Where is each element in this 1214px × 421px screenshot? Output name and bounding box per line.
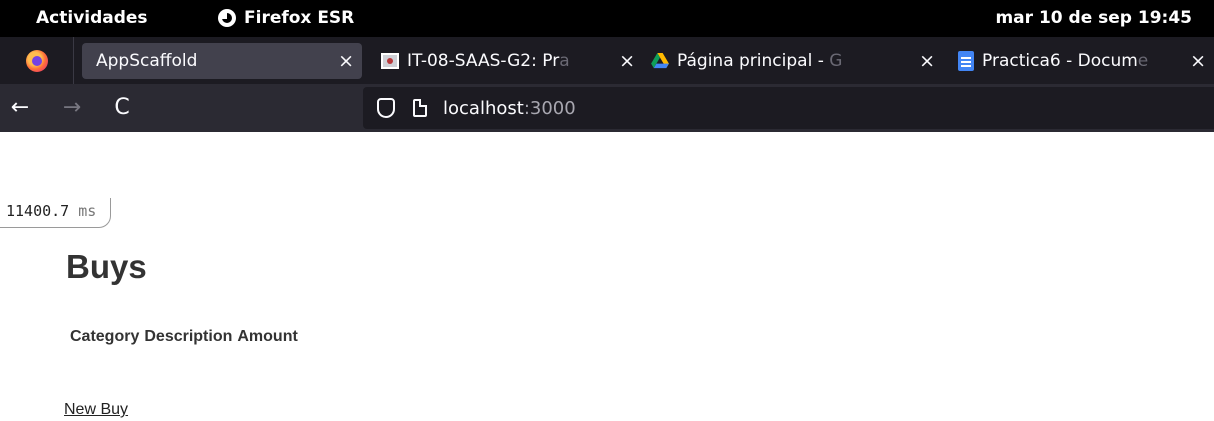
page-title: Buys [66, 248, 147, 285]
page-info-icon[interactable] [413, 99, 427, 117]
column-header-amount: Amount [237, 328, 298, 345]
column-header-category: Category [70, 328, 140, 345]
tab-appscaffold[interactable]: AppScaffold × [82, 43, 362, 79]
close-tab-icon[interactable]: × [619, 50, 635, 72]
column-header-description: Description [144, 328, 233, 345]
tab-title: AppScaffold [96, 51, 198, 71]
firefox-view-button[interactable] [0, 37, 74, 84]
close-tab-icon[interactable]: × [919, 50, 935, 72]
reload-button[interactable]: C [108, 94, 136, 122]
table-header: Category Description Amount [70, 328, 298, 346]
page-content: 11400.7 ms Buys Category Description Amo… [0, 196, 1214, 421]
app-name: Firefox ESR [244, 8, 355, 28]
firefox-logo-icon [25, 49, 48, 72]
browser-toolbar: AppScaffold × IT-08-SAAS-G2: Pra × Págin… [0, 37, 1214, 132]
tab-practica6[interactable]: Practica6 - Docume × [958, 43, 1214, 79]
tracking-protection-shield-icon[interactable] [377, 98, 395, 118]
new-buy-link[interactable]: New Buy [64, 401, 128, 419]
back-button[interactable]: ← [6, 94, 34, 122]
tab-title: Página principal - G [677, 51, 843, 71]
timer-value: 11400.7 [6, 202, 70, 220]
gnome-top-bar: Actividades Firefox ESR mar 10 de sep 19… [0, 0, 1214, 37]
activities-button[interactable]: Actividades [36, 8, 148, 28]
tab-title: Practica6 - Docume [982, 51, 1149, 71]
navigation-bar: ← → C localhost:3000 [0, 84, 1214, 132]
tab-pagina-principal[interactable]: Página principal - G × [651, 43, 943, 79]
close-tab-icon[interactable]: × [338, 50, 354, 72]
url-text[interactable]: localhost:3000 [443, 98, 576, 119]
clock[interactable]: mar 10 de sep 19:45 [995, 8, 1192, 28]
tab-title: IT-08-SAAS-G2: Pra [407, 51, 570, 71]
app-menu[interactable]: Firefox ESR [218, 8, 354, 28]
image-favicon-icon [381, 53, 399, 69]
url-bar[interactable]: localhost:3000 [363, 87, 1214, 129]
load-timer-badge: 11400.7 ms [0, 198, 112, 228]
forward-button[interactable]: → [58, 94, 86, 122]
tab-strip: AppScaffold × IT-08-SAAS-G2: Pra × Págin… [0, 37, 1214, 84]
timer-unit: ms [78, 202, 97, 220]
firefox-app-icon [218, 9, 236, 27]
google-docs-icon [958, 51, 974, 71]
tab-it-08-saas[interactable]: IT-08-SAAS-G2: Pra × [381, 43, 643, 79]
close-tab-icon[interactable]: × [1190, 50, 1206, 72]
google-drive-icon [651, 53, 669, 69]
